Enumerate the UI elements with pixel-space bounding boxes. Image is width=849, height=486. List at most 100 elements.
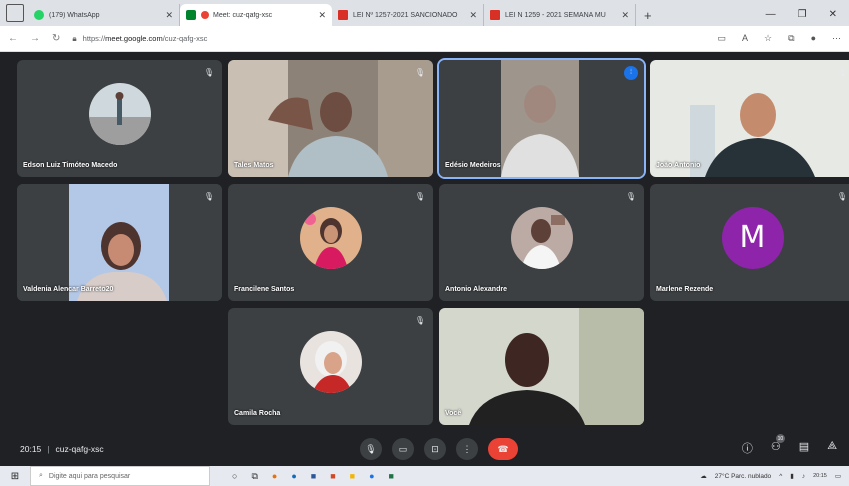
tab-title: Meet: cuz-qafg-xsc <box>213 11 273 19</box>
participant-tile[interactable]: Você <box>439 308 644 425</box>
minimize-icon[interactable]: — <box>766 9 776 20</box>
more-icon[interactable]: ⋯ <box>832 33 841 44</box>
search-placeholder: Digite aqui para pesquisar <box>48 472 131 480</box>
powerpoint-icon[interactable]: ■ <box>330 471 335 482</box>
window-controls: — ❐ ✕ <box>766 9 849 26</box>
meet-participant-grid: 🎙︎ Edson Luiz Timóteo Macedo 🎙︎ Tales Ma… <box>0 52 849 434</box>
search-icon: ⌕ <box>39 472 43 479</box>
favorite-star-icon[interactable]: ☆ <box>764 33 772 44</box>
present-button[interactable]: ⊡ <box>424 438 446 460</box>
weather-icon[interactable]: ☁︎ <box>700 472 707 480</box>
participant-tile[interactable]: 🎙︎ João Antonio <box>650 60 849 177</box>
close-tab-icon[interactable]: ✕ <box>165 10 173 21</box>
meeting-details-icon[interactable]: ⓘ <box>742 440 753 456</box>
participant-name: Valdenia Alencar Barreto20 <box>23 286 114 293</box>
participant-tile[interactable]: 🎙︎ Edson Luiz Timóteo Macedo <box>17 60 222 177</box>
lock-icon: 🔒︎ <box>72 33 77 43</box>
meet-icon <box>186 10 196 20</box>
people-button[interactable]: 10 ⚇ <box>771 434 785 456</box>
tab-whatsapp[interactable]: (179) WhatsApp ✕ <box>28 4 180 26</box>
volume-icon[interactable]: ♪ <box>802 473 805 480</box>
file-explorer-icon[interactable]: ■ <box>350 471 355 482</box>
profile-icon[interactable]: ● <box>811 33 816 44</box>
more-options-button[interactable]: ⋮ <box>456 438 478 460</box>
participant-avatar: M <box>721 206 784 269</box>
browser-tab-strip: (179) WhatsApp ✕ Meet: cuz-qafg-xsc ✕ LE… <box>0 0 849 26</box>
muted-mic-icon: 🎙︎ <box>203 68 214 77</box>
muted-mic-icon: 🎙︎ <box>414 192 425 201</box>
meeting-code: cuz-qafg-xsc <box>55 444 104 454</box>
cortana-icon[interactable]: ○ <box>232 471 237 482</box>
chat-icon[interactable]: ▤ <box>799 440 809 456</box>
address-bar: ← → ↻ 🔒︎ https://meet.google.com/cuz-qaf… <box>0 26 849 52</box>
muted-mic-icon: 🎙︎ <box>836 192 847 201</box>
edge-icon[interactable]: ● <box>291 471 296 482</box>
close-tab-icon[interactable]: ✕ <box>318 10 326 21</box>
participant-tile[interactable]: ⦙ Edésio Medeiros <box>437 58 646 179</box>
whatsapp-icon <box>34 10 44 20</box>
network-icon[interactable]: ▮ <box>790 472 794 480</box>
excel-icon[interactable]: ■ <box>389 471 394 482</box>
windows-start-icon[interactable]: ⊞ <box>0 471 30 482</box>
present-screen-icon: ⊡ <box>431 443 439 454</box>
taskbar-clock[interactable]: 20:15 <box>813 473 827 480</box>
weather-text[interactable]: 27°C Parc. nublado <box>715 473 771 480</box>
chrome-icon[interactable]: ● <box>272 471 277 482</box>
reload-icon[interactable]: ↻ <box>52 33 60 44</box>
avatar-letter: M <box>739 220 766 255</box>
pdf-icon <box>490 10 500 20</box>
browser-icon[interactable]: ● <box>369 471 374 482</box>
close-tab-icon[interactable]: ✕ <box>469 10 477 21</box>
hang-up-icon: ☎︎ <box>497 443 509 454</box>
back-icon[interactable]: ← <box>8 33 18 44</box>
activities-icon[interactable]: ⟁ <box>827 440 837 456</box>
meet-control-bar: 20:15 | cuz-qafg-xsc 🎙︎ ▭ ⊡ ⋮ ☎︎ ⓘ 10 ⚇ … <box>0 434 849 464</box>
muted-mic-icon: 🎙︎ <box>414 316 425 325</box>
participant-tile[interactable]: 🎙︎ Francilene Santos <box>228 184 433 301</box>
close-tab-icon[interactable]: ✕ <box>621 10 629 21</box>
participant-video <box>650 60 849 177</box>
recording-indicator-icon <box>201 11 209 19</box>
collections-icon[interactable]: ⧉ <box>788 33 794 44</box>
pdf-icon <box>338 10 348 20</box>
meeting-info: 20:15 | cuz-qafg-xsc <box>20 444 104 454</box>
os-taskbar: ⊞ ⌕ Digite aqui para pesquisar ○ ⧉ ● ● ■… <box>0 466 849 486</box>
participant-name: Marlene Rezende <box>656 286 714 293</box>
word-icon[interactable]: ■ <box>311 471 316 482</box>
participant-tile[interactable]: M 🎙︎ Marlene Rezende <box>650 184 849 301</box>
participant-name: Tales Matos <box>234 162 274 169</box>
forward-icon[interactable]: → <box>30 33 40 44</box>
close-window-icon[interactable]: ✕ <box>829 9 837 20</box>
participant-avatar <box>88 82 151 145</box>
more-vert-icon: ⋮ <box>462 443 472 454</box>
participant-video <box>439 308 644 425</box>
participant-avatar <box>510 206 573 269</box>
taskbar-search[interactable]: ⌕ Digite aqui para pesquisar <box>30 466 210 486</box>
restore-icon[interactable]: ❐ <box>798 9 807 20</box>
participant-tile[interactable]: 🎙︎ Camila Rocha <box>228 308 433 425</box>
camera-in-use-icon[interactable]: ▭ <box>718 33 727 44</box>
notifications-icon[interactable]: ▭ <box>835 472 841 480</box>
tab-actions-icon[interactable] <box>6 4 24 22</box>
tab-lei-1257[interactable]: LEI Nº 1257-2021 SANCIONADO ✕ <box>332 4 484 26</box>
participant-avatar <box>299 330 362 393</box>
muted-mic-icon: 🎙︎ <box>203 192 214 201</box>
new-tab-button[interactable]: + <box>636 8 660 26</box>
participant-name: Você <box>445 410 462 417</box>
read-aloud-icon[interactable]: A <box>742 33 748 44</box>
url-field[interactable]: 🔒︎ https://meet.google.com/cuz-qafg-xsc <box>72 34 717 44</box>
participant-tile[interactable]: 🎙︎ Valdenia Alencar Barreto20 <box>17 184 222 301</box>
tray-chevron-icon[interactable]: ^ <box>779 473 782 480</box>
tab-title: (179) WhatsApp <box>49 11 100 19</box>
camera-button[interactable]: ▭ <box>392 438 414 460</box>
participant-avatar <box>299 206 362 269</box>
task-view-icon[interactable]: ⧉ <box>251 471 257 482</box>
participant-tile[interactable]: 🎙︎ Tales Matos <box>228 60 433 177</box>
tab-meet[interactable]: Meet: cuz-qafg-xsc ✕ <box>180 4 332 26</box>
meeting-time: 20:15 <box>20 444 42 454</box>
microphone-button[interactable]: 🎙︎ <box>360 438 382 460</box>
end-call-button[interactable]: ☎︎ <box>488 438 518 460</box>
tab-lei-1259[interactable]: LEI N 1259 - 2021 SEMANA MU ✕ <box>484 4 636 26</box>
participant-tile[interactable]: 🎙︎ Antonio Alexandre <box>439 184 644 301</box>
speaking-indicator-icon: ⦙ <box>624 66 638 80</box>
